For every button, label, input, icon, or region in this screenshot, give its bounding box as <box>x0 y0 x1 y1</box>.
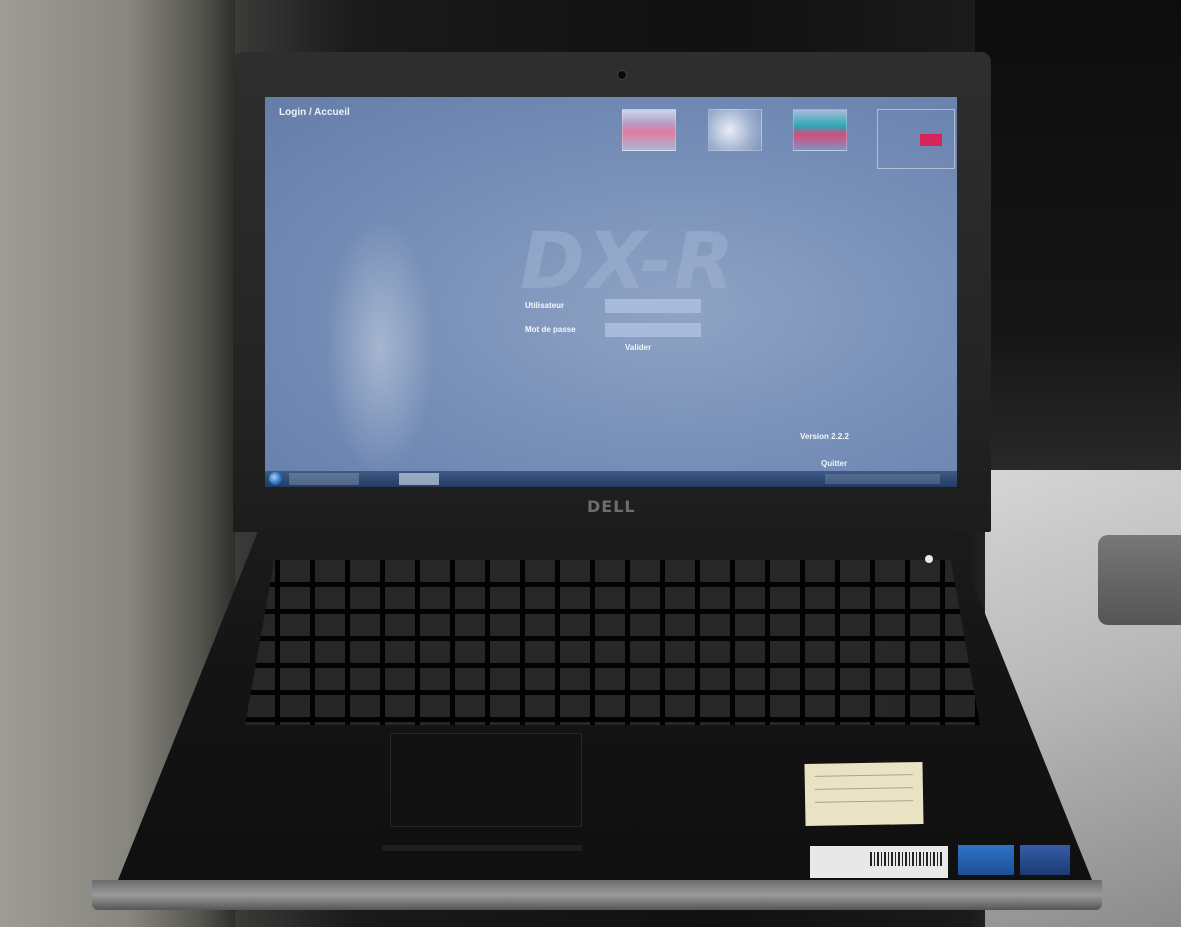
keyboard <box>245 560 980 725</box>
laptop-front-edge <box>92 880 1102 910</box>
module-thumbnail-1[interactable] <box>622 109 676 165</box>
password-label: Mot de passe <box>525 325 576 334</box>
watermark-logo: DX-R <box>520 217 737 307</box>
password-row: Mot de passe <box>525 321 705 341</box>
app-title: Login / Accueil <box>279 107 350 118</box>
equipment-case <box>975 0 1181 480</box>
password-input[interactable] <box>605 323 701 337</box>
side-device <box>1098 535 1181 625</box>
handwriting-line <box>814 774 913 777</box>
quit-button[interactable]: Quitter <box>821 459 847 468</box>
barcode-icon <box>870 852 942 866</box>
windows-start-orb-icon[interactable] <box>269 472 282 485</box>
photo-scene: Login / Accueil DX-R Utilisateur Mot de … <box>0 0 1181 927</box>
dell-logo: DELL <box>587 497 636 516</box>
taskbar-item[interactable] <box>289 473 359 485</box>
login-button[interactable]: Valider <box>625 343 651 352</box>
brand-panel <box>877 109 955 169</box>
touchpad-buttons <box>382 845 582 851</box>
touchpad <box>390 733 582 827</box>
windows-sticker <box>1020 845 1070 875</box>
webcam-icon <box>617 70 627 80</box>
module-thumbnail-2[interactable] <box>708 109 762 165</box>
service-tag-label <box>810 846 948 878</box>
screen-glare <box>325 217 435 477</box>
login-form: Utilisateur Mot de passe <box>525 297 705 345</box>
module-thumbnail-3[interactable] <box>793 109 847 165</box>
taskbar-item-active[interactable] <box>399 473 439 485</box>
thumbnail-image <box>793 109 847 151</box>
handwriting-line <box>815 800 914 803</box>
username-row: Utilisateur <box>525 297 705 317</box>
intel-sticker <box>958 845 1014 875</box>
brand-logo-icon <box>920 134 942 146</box>
thumbnail-image <box>622 109 676 151</box>
version-label: Version 2.2.2 <box>800 432 849 441</box>
sticky-note <box>804 761 924 827</box>
power-led-icon <box>925 555 933 563</box>
username-label: Utilisateur <box>525 301 565 310</box>
handwriting-line <box>814 787 913 790</box>
laptop-screen: Login / Accueil DX-R Utilisateur Mot de … <box>265 97 957 487</box>
username-input[interactable] <box>605 299 701 313</box>
thumbnail-image <box>708 109 762 151</box>
system-tray[interactable] <box>825 474 940 484</box>
windows-taskbar <box>265 471 957 487</box>
